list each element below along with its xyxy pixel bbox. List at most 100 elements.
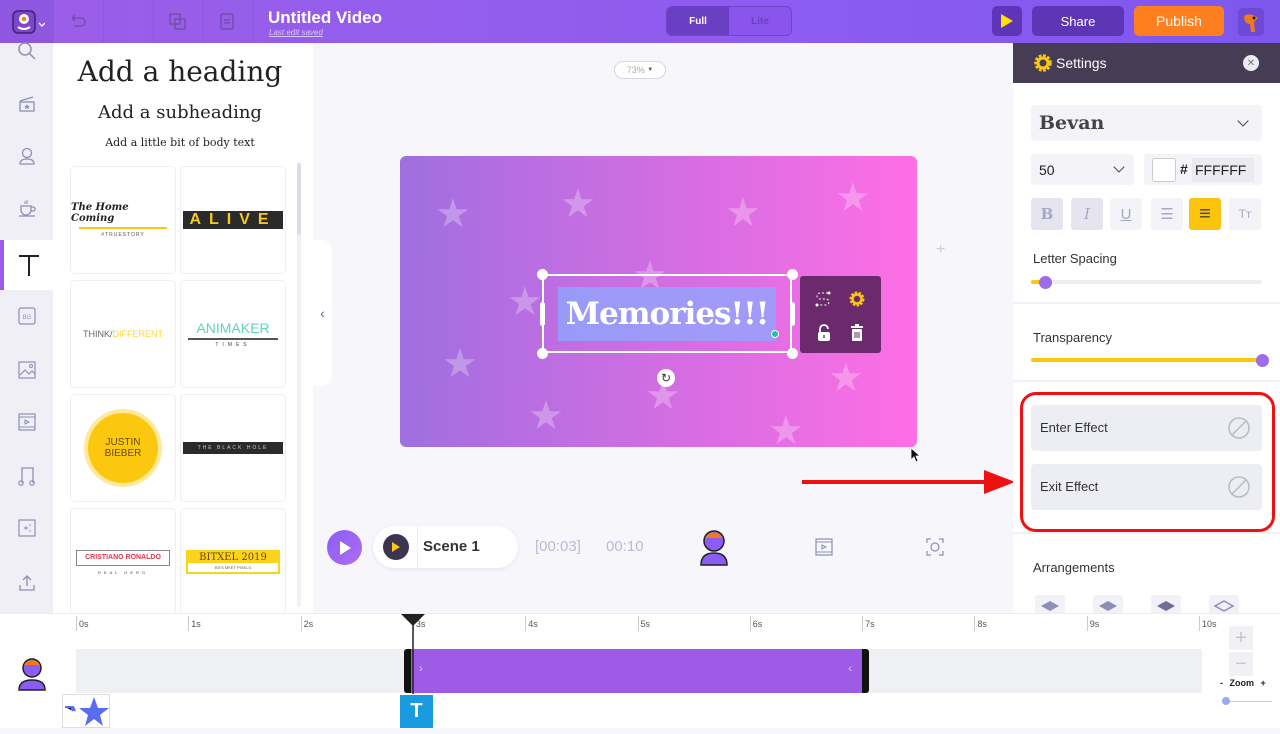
mode-full-tab[interactable]: Full xyxy=(667,7,729,35)
scene-selector[interactable]: Scene 1 xyxy=(373,526,518,568)
clipboard-icon[interactable] xyxy=(216,10,238,32)
color-swatch[interactable] xyxy=(1152,158,1176,182)
text-clip-thumbnail[interactable]: T xyxy=(400,695,433,728)
close-settings-button[interactable]: ✕ xyxy=(1243,55,1259,71)
text-template-card[interactable]: THINK/DIFFERENT xyxy=(70,280,176,388)
resize-handle[interactable] xyxy=(537,269,548,280)
add-subheading-option[interactable]: Add a subheading xyxy=(53,102,307,123)
italic-button[interactable]: I xyxy=(1071,198,1103,230)
text-template-card[interactable]: JUSTIN BIEBER xyxy=(70,394,176,502)
character-icon[interactable] xyxy=(698,529,730,567)
search-icon xyxy=(17,42,36,60)
gear-icon xyxy=(1034,54,1052,72)
add-heading-option[interactable]: Add a heading xyxy=(53,55,307,88)
settings-gear-icon[interactable] xyxy=(848,290,866,308)
resize-handle[interactable] xyxy=(787,348,798,359)
last-edit-status[interactable]: Last edit saved xyxy=(269,28,323,37)
effects-icon xyxy=(17,519,36,537)
user-avatar[interactable] xyxy=(1238,8,1264,36)
text-template-card[interactable]: ALIVE xyxy=(180,166,286,274)
rail-item-images[interactable] xyxy=(0,345,53,395)
rail-item-scenes[interactable] xyxy=(0,79,53,129)
text-template-card[interactable]: ANIMAKER TIMES xyxy=(180,280,286,388)
text-template-card[interactable]: The Home Coming #TRUESTORY xyxy=(70,166,176,274)
screenshot-icon[interactable] xyxy=(926,538,944,556)
slider-knob[interactable] xyxy=(1038,275,1052,289)
rotate-handle[interactable]: ↻ xyxy=(657,369,675,387)
rail-item-characters[interactable] xyxy=(0,131,53,181)
scrollbar-thumb[interactable] xyxy=(297,163,301,235)
play-all-button[interactable] xyxy=(327,530,362,565)
motion-path-icon[interactable] xyxy=(814,290,832,308)
text-template-card[interactable]: CRISTIANO RONALDO REAL HERO xyxy=(70,508,176,616)
selection-box[interactable] xyxy=(542,274,792,353)
redo-icon[interactable] xyxy=(116,10,138,32)
share-button[interactable]: Share xyxy=(1032,6,1124,36)
canvas-zoom-dropdown[interactable]: 73% ▼ xyxy=(614,61,666,79)
rail-item-text[interactable] xyxy=(0,240,53,290)
rail-item-video[interactable] xyxy=(0,397,53,447)
play-icon xyxy=(1001,14,1013,28)
align-center-button[interactable]: ≡ xyxy=(1189,198,1221,230)
star-decoration: ★ xyxy=(835,176,871,220)
resize-handle[interactable] xyxy=(787,269,798,280)
publish-button[interactable]: Publish xyxy=(1134,6,1224,36)
play-scene-button[interactable] xyxy=(383,534,409,560)
unlock-icon[interactable] xyxy=(816,324,832,342)
add-body-text-option[interactable]: Add a little bit of body text xyxy=(53,136,307,149)
collapse-panel-button[interactable]: ‹ xyxy=(313,240,332,386)
text-anchor-dot[interactable] xyxy=(771,330,779,338)
video-title[interactable]: Untitled Video xyxy=(268,8,382,28)
zoom-in-button[interactable]: + xyxy=(1229,626,1253,650)
mode-lite-tab[interactable]: Lite xyxy=(729,7,791,35)
timeline-tick: 10s xyxy=(1199,616,1217,631)
video-preview-icon[interactable] xyxy=(815,538,833,556)
left-toolbar: BG xyxy=(0,42,53,613)
chevron-left-icon[interactable]: ‹ xyxy=(848,661,852,675)
slider-knob[interactable] xyxy=(1256,353,1269,367)
side-resize-handle[interactable] xyxy=(540,302,545,326)
font-family-dropdown[interactable]: Bevan xyxy=(1031,105,1262,141)
bring-to-front-button[interactable] xyxy=(1035,595,1065,613)
resize-handle[interactable] xyxy=(537,348,548,359)
text-case-button[interactable]: Tт xyxy=(1229,198,1261,230)
send-to-back-button[interactable] xyxy=(1209,595,1239,613)
undo-icon[interactable] xyxy=(66,10,88,32)
template-title: CRISTIANO RONALDO xyxy=(76,549,170,566)
transparency-slider[interactable] xyxy=(1031,353,1269,367)
add-scene-button[interactable]: + xyxy=(936,241,945,259)
rail-item-effects[interactable] xyxy=(0,503,53,553)
text-panel: Add a heading Add a subheading Add a lit… xyxy=(53,43,313,616)
rail-item-props[interactable] xyxy=(0,183,53,233)
bg-icon: BG xyxy=(17,307,36,325)
side-resize-handle[interactable] xyxy=(790,302,795,326)
background-clip-thumbnail[interactable] xyxy=(62,694,110,728)
star-decoration: ★ xyxy=(507,280,543,324)
text-clip[interactable]: › ‹ xyxy=(403,649,870,693)
underline-button[interactable]: U xyxy=(1110,198,1142,230)
zoom-out-button[interactable]: − xyxy=(1229,652,1253,676)
rail-item-music[interactable] xyxy=(0,451,53,501)
close-icon: ✕ xyxy=(1246,57,1256,69)
rail-item-backgrounds[interactable]: BG xyxy=(0,291,53,341)
list-button[interactable]: ☰ xyxy=(1151,198,1183,230)
bring-forward-button[interactable] xyxy=(1093,595,1123,613)
font-size-dropdown[interactable]: 50 xyxy=(1031,154,1134,185)
panel-scrollbar[interactable] xyxy=(297,163,301,607)
send-backward-button[interactable] xyxy=(1151,595,1181,613)
duplicate-icon[interactable] xyxy=(166,10,188,32)
font-size-value: 50 xyxy=(1039,162,1055,178)
text-template-card[interactable]: BITXEL 2019 BITS MEET PIXELS xyxy=(180,508,286,616)
rail-item-search[interactable] xyxy=(0,26,53,76)
color-hex-input[interactable]: FFFFFF xyxy=(1192,158,1254,182)
letter-spacing-slider[interactable] xyxy=(1031,275,1262,289)
slider-fill xyxy=(1031,358,1262,362)
text-template-card[interactable]: THE BLACK HOLE xyxy=(180,394,286,502)
preview-play-button[interactable] xyxy=(992,6,1022,36)
rail-item-upload[interactable] xyxy=(0,558,53,608)
character-track-icon xyxy=(18,658,46,691)
playhead[interactable] xyxy=(400,614,425,694)
trash-icon[interactable] xyxy=(850,324,864,342)
zoom-slider-knob[interactable] xyxy=(1222,697,1230,705)
bold-button[interactable]: B xyxy=(1031,198,1063,230)
